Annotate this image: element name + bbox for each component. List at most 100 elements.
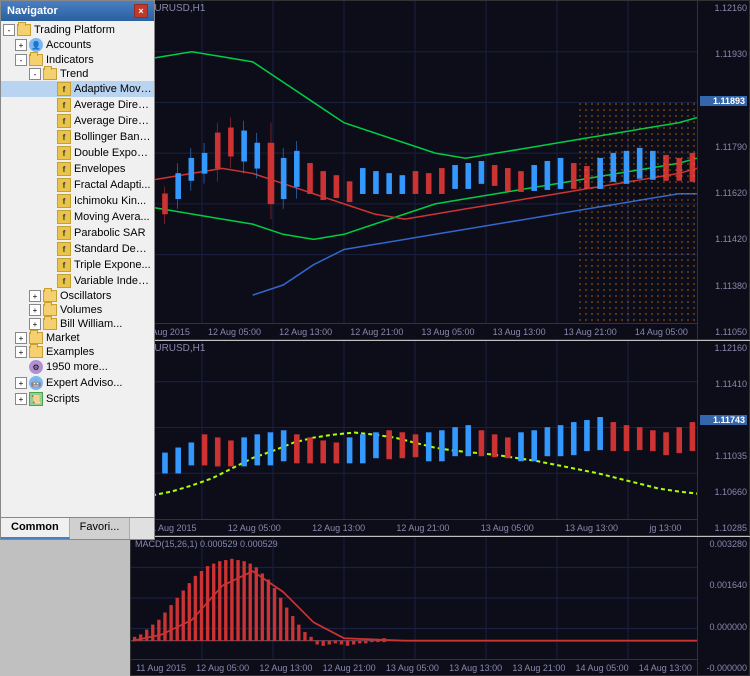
platform-icon [17,24,31,36]
expander-tripleexpo [43,259,55,271]
fractal-icon: f [57,178,71,192]
label-movingavg: Moving Avera... [74,211,150,223]
label-market: Market [46,332,80,344]
expander-parabolic [43,227,55,239]
price-top-current: 1.11893 [700,96,747,106]
expander-trading-platform[interactable] [3,24,15,36]
time-b-2: 12 Aug 13:00 [259,663,312,673]
chart-top[interactable]: ▼ EURUSD,H1 [130,0,750,340]
doubleexpo-icon: f [57,146,71,160]
expander-billwill[interactable] [29,318,41,330]
tree-item-stddev[interactable]: f Standard Devi... [1,241,154,257]
navigator-title: Navigator [7,5,58,17]
label-fractal: Fractal Adapti... [74,179,150,191]
tab-favorites[interactable]: Favori... [70,518,131,539]
tree-item-doubleexpo[interactable]: f Double Expon... [1,145,154,161]
tree-item-indicators[interactable]: Indicators [1,53,154,67]
tree-item-volumes[interactable]: Volumes [1,303,154,317]
tree-item-ama[interactable]: f Adaptive Moving Average [1,81,154,97]
expander-market[interactable] [15,332,27,344]
tree-item-variable[interactable]: f Variable Index... [1,273,154,289]
expander-oscillators[interactable] [29,290,41,302]
tree-item-billwill[interactable]: Bill William... [1,317,154,331]
label-parabolic: Parabolic SAR [74,227,146,239]
tab-common[interactable]: Common [1,518,70,539]
price-macd-1: 0.003280 [700,539,747,549]
expander-envelopes [43,163,55,175]
tree-item-scripts[interactable]: 📜 Scripts [1,391,154,407]
chart-bottom[interactable]: MACD(15,26,1) 0.000529 0.000529 [130,537,750,676]
expander-volumes[interactable] [29,304,41,316]
time-b-1: 12 Aug 05:00 [196,663,249,673]
tree-item-bollinger[interactable]: f Bollinger Band... [1,129,154,145]
stddev-icon: f [57,242,71,256]
price-top-6: 1.11380 [700,281,747,291]
label-tripleexpo: Triple Expone... [74,259,151,271]
time-mid-5: 13 Aug 13:00 [565,523,618,533]
tree-item-examples[interactable]: Examples [1,345,154,359]
macd-label: MACD(15,26,1) 0.000529 0.000529 [135,539,278,549]
time-b-7: 14 Aug 05:00 [576,663,629,673]
tree-item-ichimoku[interactable]: f Ichimoku Kin... [1,193,154,209]
expander-stddev [43,243,55,255]
tree-item-accounts[interactable]: 👤 Accounts [1,37,154,53]
trend-icon [43,68,57,80]
tree-item-tripleexpo[interactable]: f Triple Expone... [1,257,154,273]
expander-variable [43,275,55,287]
expander-scripts[interactable] [15,393,27,405]
price-top-2: 1.11930 [700,49,747,59]
price-macd-3: 0.000000 [700,622,747,632]
expander-examples[interactable] [15,346,27,358]
expander-bollinger [43,131,55,143]
price-top-7: 1.11050 [700,327,747,337]
label-doubleexpo: Double Expon... [74,147,152,159]
expander-admi [43,99,55,111]
expander-expertadvis[interactable] [15,377,27,389]
label-admi: Average Directional Movement Index [74,99,152,111]
expertadvis-icon: 🤖 [29,376,43,390]
expander-accounts[interactable] [15,39,27,51]
price-mid-4: 1.10660 [700,487,747,497]
time-b-0: 11 Aug 2015 [136,663,186,673]
indicators-icon [29,54,43,66]
tree-item-averagedir[interactable]: f Average Direc... [1,113,154,129]
accounts-icon: 👤 [29,38,43,52]
expander-doubleexpo [43,147,55,159]
billwill-icon [43,318,57,330]
parabolic-icon: f [57,226,71,240]
navigator-tabs: Common Favori... [1,517,154,539]
price-axis-top: 1.12160 1.11930 1.11893 1.11790 1.11620 … [697,1,749,339]
navigator-titlebar: Navigator × [1,1,154,21]
time-mid-4: 13 Aug 05:00 [481,523,534,533]
more-icon: ⚙ [29,360,43,374]
tree-item-movingavg[interactable]: f Moving Avera... [1,209,154,225]
tree-item-oscillators[interactable]: Oscillators [1,289,154,303]
label-averagedir: Average Direc... [74,115,152,127]
navigator-close-button[interactable]: × [134,4,148,18]
label-trading-platform: Trading Platform [34,24,115,36]
tree-item-envelopes[interactable]: f Envelopes [1,161,154,177]
ichimoku-icon: f [57,194,71,208]
tree-item-market[interactable]: Market [1,331,154,345]
tree-item-trend[interactable]: Trend [1,67,154,81]
label-ichimoku: Ichimoku Kin... [74,195,146,207]
tree-item-more[interactable]: ⚙ 1950 more... [1,359,154,375]
expander-indicators[interactable] [15,54,27,66]
expander-averagedir [43,115,55,127]
chart-mid[interactable]: ▼ EURUSD,H1 [130,341,750,536]
label-more: 1950 more... [46,361,108,373]
time-3: 12 Aug 21:00 [350,327,403,337]
tree-item-parabolic[interactable]: f Parabolic SAR [1,225,154,241]
price-top-1: 1.12160 [700,3,747,13]
expander-trend[interactable] [29,68,41,80]
tree-item-trading-platform[interactable]: Trading Platform [1,23,154,37]
label-stddev: Standard Devi... [74,243,152,255]
admi-icon: f [57,98,71,112]
tree-item-expertadvis[interactable]: 🤖 Expert Adviso... [1,375,154,391]
time-6: 13 Aug 21:00 [564,327,617,337]
chart-mid-svg [131,341,697,519]
expander-fractal [43,179,55,191]
price-mid-3: 1.11035 [700,451,747,461]
tree-item-fractal[interactable]: f Fractal Adapti... [1,177,154,193]
tree-item-admi[interactable]: f Average Directional Movement Index [1,97,154,113]
